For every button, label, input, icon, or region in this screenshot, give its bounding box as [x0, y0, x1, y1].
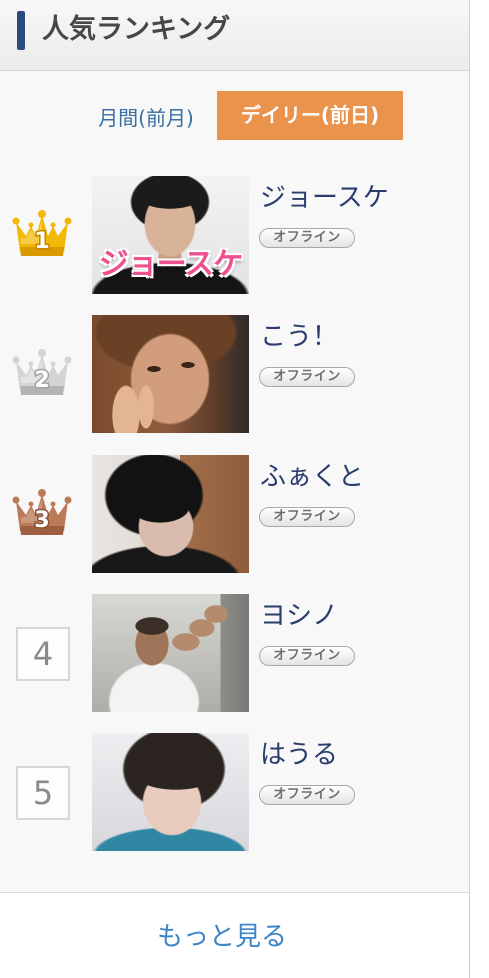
ranking-photo[interactable]: ジョースケ	[92, 176, 249, 294]
ranking-name[interactable]: こう！	[260, 321, 338, 353]
status-badge: オフライン	[259, 507, 355, 527]
rank-number: 4	[32, 635, 54, 673]
tab-bar: 月間(前月) デイリー(前日)	[0, 85, 469, 145]
header-accent-bar	[17, 11, 25, 50]
ranking-item: 2 こう！ オフライン	[0, 315, 469, 445]
ranking-name[interactable]: ヨシノ	[260, 600, 338, 632]
status-badge: オフライン	[259, 785, 355, 805]
ranking-name[interactable]: はうる	[260, 739, 338, 771]
status-badge: オフライン	[259, 228, 355, 248]
crown-rank-number: 3	[34, 508, 49, 533]
ranking-photo[interactable]	[92, 455, 249, 573]
ranking-photo[interactable]	[92, 594, 249, 712]
status-badge: オフライン	[259, 367, 355, 387]
status-label: オフライン	[273, 509, 341, 524]
rank-number-box: 4	[16, 627, 70, 681]
ranking-name[interactable]: ジョースケ	[260, 182, 389, 214]
status-label: オフライン	[273, 787, 341, 802]
crown-bronze-icon: 3	[12, 489, 72, 535]
status-label: オフライン	[273, 648, 341, 663]
panel-footer: もっと見る	[0, 892, 469, 978]
rank-number: 5	[32, 774, 54, 812]
ranking-item: 1 ジョースケ ジョースケ オフライン	[0, 176, 469, 306]
ranking-photo[interactable]	[92, 733, 249, 851]
rank-number-box: 5	[16, 766, 70, 820]
tab-monthly[interactable]: 月間(前月)	[86, 98, 206, 138]
panel-title: 人気ランキング	[42, 14, 231, 45]
tab-daily[interactable]: デイリー(前日)	[217, 91, 403, 140]
crown-rank-number: 2	[34, 368, 49, 393]
see-more-link[interactable]: もっと見る	[0, 911, 444, 963]
ranking-item: 4 ヨシノ オフライン	[0, 594, 469, 724]
crown-gold-icon: 1	[12, 210, 72, 256]
status-label: オフライン	[273, 369, 341, 384]
ranking-panel: 人気ランキング 月間(前月) デイリー(前日) 1 ジョースケ ジョースケ オフ…	[0, 0, 470, 978]
crown-rank-number: 1	[34, 229, 49, 254]
ranking-item: 3 ふぁくと オフライン	[0, 455, 469, 585]
status-label: オフライン	[273, 230, 341, 245]
status-badge: オフライン	[259, 646, 355, 666]
ranking-name[interactable]: ふぁくと	[260, 461, 364, 493]
ranking-photo[interactable]	[92, 315, 249, 433]
panel-header: 人気ランキング	[0, 0, 469, 71]
ranking-item: 5 はうる オフライン	[0, 733, 469, 863]
photo-caption: ジョースケ	[98, 247, 244, 282]
crown-silver-icon: 2	[12, 349, 72, 395]
